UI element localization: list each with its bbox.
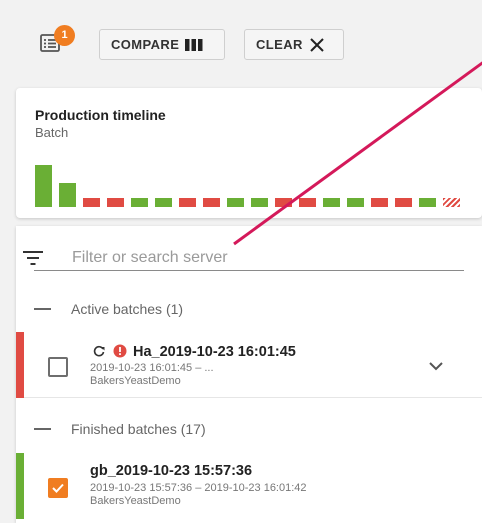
production-timeline-card: Production timeline Batch [16,88,482,218]
batch-server: BakersYeastDemo [90,495,181,507]
timeline-bar[interactable] [227,198,244,207]
finished-batches-header[interactable]: Finished batches (17) [34,421,206,437]
timeline-bar[interactable] [443,198,460,207]
timeline-bar[interactable] [83,198,100,207]
timeline-bars [35,148,481,208]
active-batches-header[interactable]: Active batches (1) [34,301,183,317]
batch-name: Ha_2019-10-23 16:01:45 [133,344,296,360]
timeline-bar[interactable] [347,198,364,207]
timeline-bar[interactable] [395,198,412,207]
active-batch-row[interactable]: Ha_2019-10-23 16:01:45 2019-10-23 16:01:… [16,332,482,398]
timeline-bar[interactable] [107,198,124,207]
checkmark-icon [52,483,64,493]
timeline-subtitle: Batch [35,125,69,140]
timeline-bar[interactable] [203,198,220,207]
collapse-icon [34,308,51,310]
batch-checkbox[interactable] [48,478,68,498]
notification-badge: 1 [54,25,75,46]
batch-time-range: 2019-10-23 16:01:45 – ... [90,362,214,374]
toolbar: 1 COMPARE CLEAR [0,0,482,84]
status-icons [92,344,127,363]
timeline-bar[interactable] [299,198,316,207]
batch-server: BakersYeastDemo [90,375,181,387]
filter-icon [22,250,44,271]
status-stripe [16,453,24,519]
timeline-title: Production timeline [35,107,166,123]
timeline-bar[interactable] [179,198,196,207]
timeline-bar[interactable] [35,165,52,207]
search-input[interactable] [72,245,462,270]
error-icon [113,344,127,363]
timeline-bar[interactable] [275,198,292,207]
status-stripe [16,332,24,398]
collapse-icon [34,428,51,430]
finished-batch-row[interactable]: gb_2019-10-23 15:57:36 2019-10-23 15:57:… [16,453,482,519]
clear-button[interactable]: CLEAR [244,29,344,60]
chevron-down-icon[interactable] [428,358,444,376]
compare-columns-icon [185,38,203,51]
search-input-underline [34,270,464,271]
sync-icon [92,344,106,363]
timeline-bar[interactable] [371,198,388,207]
timeline-bar[interactable] [59,183,76,207]
batch-time-range: 2019-10-23 15:57:36 – 2019-10-23 16:01:4… [90,482,307,494]
batch-name: gb_2019-10-23 15:57:36 [90,463,253,479]
timeline-bar[interactable] [155,198,172,207]
close-icon [309,37,325,53]
compare-button[interactable]: COMPARE [99,29,225,60]
compare-label: COMPARE [111,37,180,52]
timeline-bar[interactable] [251,198,268,207]
clear-label: CLEAR [256,37,303,52]
finished-batches-label: Finished batches (17) [71,421,206,437]
timeline-bar[interactable] [131,198,148,207]
batch-checkbox[interactable] [48,357,68,377]
active-batches-label: Active batches (1) [71,301,184,317]
timeline-bar[interactable] [419,198,436,207]
timeline-bar[interactable] [323,198,340,207]
